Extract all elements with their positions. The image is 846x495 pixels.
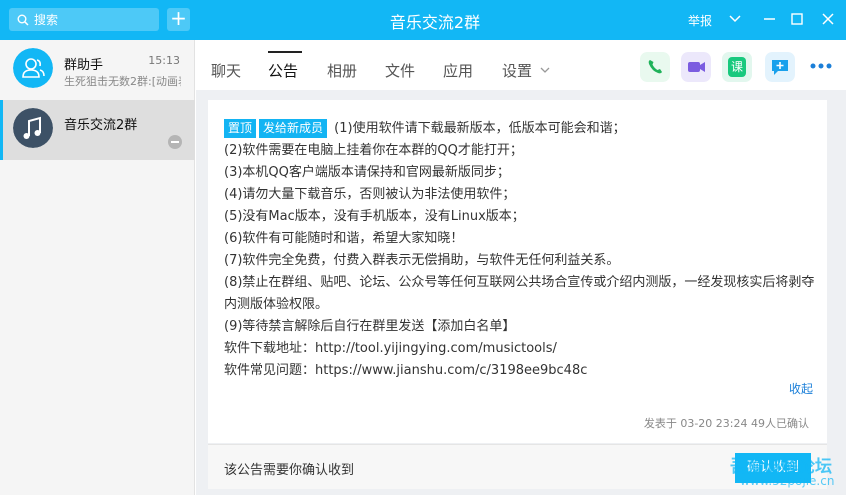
announcement-line: (6)软件有可能随时和谐，希望大家知晓！ (224, 231, 464, 246)
close-icon[interactable] (817, 8, 839, 30)
conversation-item-group-helper[interactable]: 群助手 15:13 生死狙击无数2群:[动画表情] (0, 40, 195, 100)
search-icon (17, 14, 29, 26)
tab-apps[interactable]: 应用 (443, 60, 473, 81)
chevron-down-icon[interactable] (540, 65, 550, 75)
conversation-time: 15:13 (148, 54, 180, 67)
announcement-line: (8)禁止在群组、贴吧、论坛、公众号等任何互联网公共场合宣传或介绍内测版，一经发… (224, 275, 815, 312)
music-note-icon (13, 108, 53, 148)
active-tab-underline (268, 51, 302, 53)
chevron-down-icon[interactable] (724, 8, 746, 30)
announcement-line: (1)使用软件请下载最新版本，低版本可能会和谐； (334, 121, 626, 136)
minimize-icon[interactable] (759, 8, 781, 30)
window-title: 音乐交流2群 (389, 13, 481, 32)
announcement-line: (2)软件需要在电脑上挂着你在本群的QQ才能打开； (224, 143, 523, 158)
search-input[interactable]: 搜索 (9, 8, 159, 31)
announcement-line: (4)请勿大量下载音乐，否则被认为非法使用软件； (224, 187, 516, 202)
announcement-card: 置顶 发给新成员 (1)使用软件请下载最新版本，低版本可能会和谐； (2)软件需要… (208, 100, 827, 443)
conversation-list: 群助手 15:13 生死狙击无数2群:[动画表情] 音乐交流2群 (0, 40, 195, 495)
phone-icon[interactable] (640, 52, 670, 82)
announcement-line: (5)没有Mac版本，没有手机版本，没有Linux版本； (224, 209, 525, 224)
pinned-badge: 置顶 (224, 119, 257, 138)
watermark-url: www.52pojie.cn (740, 474, 835, 488)
conversation-item-music-group[interactable]: 音乐交流2群 (0, 100, 195, 160)
confirm-prompt: 该公告需要你确认收到 (224, 463, 355, 478)
tab-chat[interactable]: 聊天 (211, 60, 241, 81)
conversation-name: 群助手 (64, 58, 104, 73)
add-button[interactable]: + (167, 8, 190, 31)
active-indicator (0, 100, 3, 160)
download-link-line[interactable]: 软件下载地址：http://tool.yijingying.com/musict… (224, 338, 816, 360)
search-placeholder: 搜索 (34, 13, 59, 27)
announcement-line: (7)软件完全免费，付费入群表示无偿捐助，与软件无任何利益关系。 (224, 253, 620, 268)
new-member-badge: 发给新成员 (259, 119, 328, 138)
lesson-button[interactable]: 课 (722, 52, 752, 82)
title-bar: 搜索 + 音乐交流2群 举报 (0, 0, 846, 40)
faq-link-line[interactable]: 软件常见问题：https://www.jianshu.com/c/3198ee9… (224, 360, 816, 382)
tab-announcement[interactable]: 公告 (268, 60, 298, 81)
maximize-icon[interactable] (786, 8, 808, 30)
conversation-name: 音乐交流2群 (64, 118, 138, 133)
tab-album[interactable]: 相册 (327, 60, 357, 81)
chat-plus-icon[interactable] (765, 52, 795, 82)
users-icon (13, 48, 53, 88)
announcement-line: (3)本机QQ客户端版本请保持和官网最新版同步； (224, 165, 510, 180)
video-icon[interactable] (681, 52, 711, 82)
report-button[interactable]: 举报 (688, 12, 712, 29)
announcement-meta: 发表于 03-20 23:24 49人已确认 (643, 417, 809, 430)
tab-files[interactable]: 文件 (385, 60, 415, 81)
collapse-link[interactable]: 收起 (789, 380, 813, 397)
mute-icon[interactable] (168, 135, 182, 149)
announcement-body: 置顶 发给新成员 (1)使用软件请下载最新版本，低版本可能会和谐； (2)软件需要… (224, 118, 816, 382)
tab-settings[interactable]: 设置 (502, 60, 532, 81)
conversation-snippet: 生死狙击无数2群:[动画表情] (64, 75, 181, 88)
announcement-line: (9)等待禁言解除后自行在群里发送【添加白名单】 (224, 319, 516, 334)
more-icon[interactable] (808, 60, 834, 72)
lesson-icon: 课 (728, 57, 746, 77)
announcement-panel: 置顶 发给新成员 (1)使用软件请下载最新版本，低版本可能会和谐； (2)软件需要… (196, 90, 846, 495)
